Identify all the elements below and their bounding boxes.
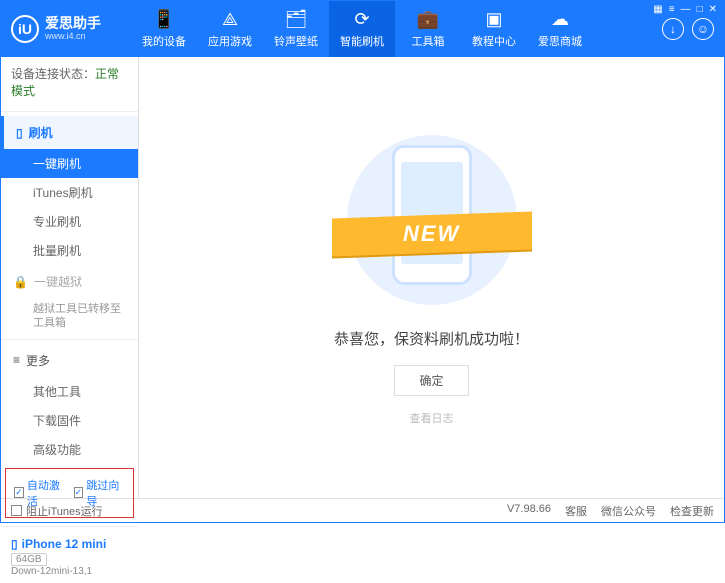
close-icon[interactable]: ✕ [709,4,717,15]
nav-label: 工具箱 [412,33,445,49]
checkbox-icon [14,487,24,498]
download-icon[interactable]: ↓ [662,18,684,40]
block-itunes-label: 阻止iTunes运行 [26,503,103,519]
ribbon-text: NEW [403,221,460,247]
check-update-link[interactable]: 检查更新 [670,503,714,519]
nav-icon: ☁ [551,9,569,30]
version-label: V7.98.66 [507,503,551,519]
checkbox-icon [11,505,22,516]
sidebar-group-more[interactable]: ≡ 更多 [1,344,138,377]
nav-5[interactable]: ▣ 教程中心 [461,1,527,57]
device-status: 设备连接状态：正常模式 [1,57,138,107]
logo-mark-icon: iU [11,15,39,43]
nav-icon: ⟁ [222,9,238,30]
nav-6[interactable]: ☁ 爱思商城 [527,1,593,57]
ctrl-menu-icon[interactable]: ▦ [653,4,662,15]
device-detail: Down-12mini-13,1 [11,566,128,577]
checkbox-icon [74,487,84,498]
nav-label: 应用游戏 [208,33,252,49]
nav-0[interactable]: 📱 我的设备 [131,1,197,57]
sidebar-group-flash[interactable]: ▯ 刷机 [1,116,138,149]
logo: iU 爱思助手 www.i4.cn [11,15,131,43]
user-icon[interactable]: ☺ [692,18,714,40]
sidebar-jailbreak-title: 一键越狱 [34,273,82,290]
nav-3[interactable]: ⟳ 智能刷机 [329,1,395,57]
app-title: 爱思助手 [45,16,101,31]
main-content: NEW 恭喜您，保资料刷机成功啦！ 确定 查看日志 [139,57,724,498]
main-nav: 📱 我的设备 ⟁ 应用游戏 🗂 铃声壁纸 ⟳ 智能刷机 💼 工具箱 ▣ 教程中心 ☁ 爱思商城 [131,1,662,57]
menu-icon: ≡ [13,353,20,367]
sidebar: 设备连接状态：正常模式 ▯ 刷机 一键刷机iTunes刷机专业刷机批量刷机 🔒 … [1,57,139,498]
sidebar-flash-title: 刷机 [29,124,53,141]
nav-label: 铃声壁纸 [274,33,318,49]
nav-1[interactable]: ⟁ 应用游戏 [197,1,263,57]
checkbox-block-itunes[interactable]: 阻止iTunes运行 [11,503,103,519]
minimize-icon[interactable]: — [681,4,691,15]
nav-icon: ⟳ [354,9,369,30]
sidebar-flash-item[interactable]: 专业刷机 [1,207,138,236]
sidebar-group-jailbreak[interactable]: 🔒 一键越狱 [1,265,138,298]
nav-label: 爱思商城 [538,33,582,49]
ok-button[interactable]: 确定 [394,365,468,396]
nav-2[interactable]: 🗂 铃声壁纸 [263,1,329,57]
sidebar-more-item[interactable]: 其他工具 [1,377,138,406]
nav-label: 智能刷机 [340,33,384,49]
success-illustration: NEW [342,130,522,310]
sidebar-more-item[interactable]: 下载固件 [1,406,138,435]
nav-4[interactable]: 💼 工具箱 [395,1,461,57]
lock-icon: 🔒 [13,275,28,289]
device-name: iPhone 12 mini [22,537,107,551]
titlebar: iU 爱思助手 www.i4.cn 📱 我的设备 ⟁ 应用游戏 🗂 铃声壁纸 ⟳ 智能刷机 💼 工… [1,1,724,57]
sidebar-flash-item[interactable]: iTunes刷机 [1,178,138,207]
sidebar-more-item[interactable]: 高级功能 [1,435,138,464]
ctrl-list-icon[interactable]: ≡ [669,4,675,15]
device-storage: 64GB [11,553,47,566]
sidebar-flash-item[interactable]: 批量刷机 [1,236,138,265]
connected-device[interactable]: ▯ iPhone 12 mini 64GB Down-12mini-13,1 [1,531,138,583]
app-url: www.i4.cn [45,32,101,42]
status-label: 设备连接状态： [11,67,95,81]
nav-icon: 💼 [417,9,439,30]
success-message: 恭喜您，保资料刷机成功啦！ [334,328,529,349]
nav-label: 教程中心 [472,33,516,49]
nav-icon: 📱 [153,9,175,30]
view-log-link[interactable]: 查看日志 [410,410,454,426]
service-link[interactable]: 客服 [565,503,587,519]
device-icon: ▯ [11,537,18,551]
sidebar-more-title: 更多 [26,352,50,369]
nav-icon: 🗂 [285,9,308,30]
window-controls: ▦ ≡ — □ ✕ [653,4,717,15]
nav-label: 我的设备 [142,33,186,49]
jailbreak-note: 越狱工具已转移至工具箱 [1,298,138,335]
maximize-icon[interactable]: □ [697,4,703,15]
wechat-link[interactable]: 微信公众号 [601,503,656,519]
phone-icon: ▯ [16,126,23,140]
sidebar-flash-item[interactable]: 一键刷机 [1,149,138,178]
nav-icon: ▣ [485,9,502,30]
